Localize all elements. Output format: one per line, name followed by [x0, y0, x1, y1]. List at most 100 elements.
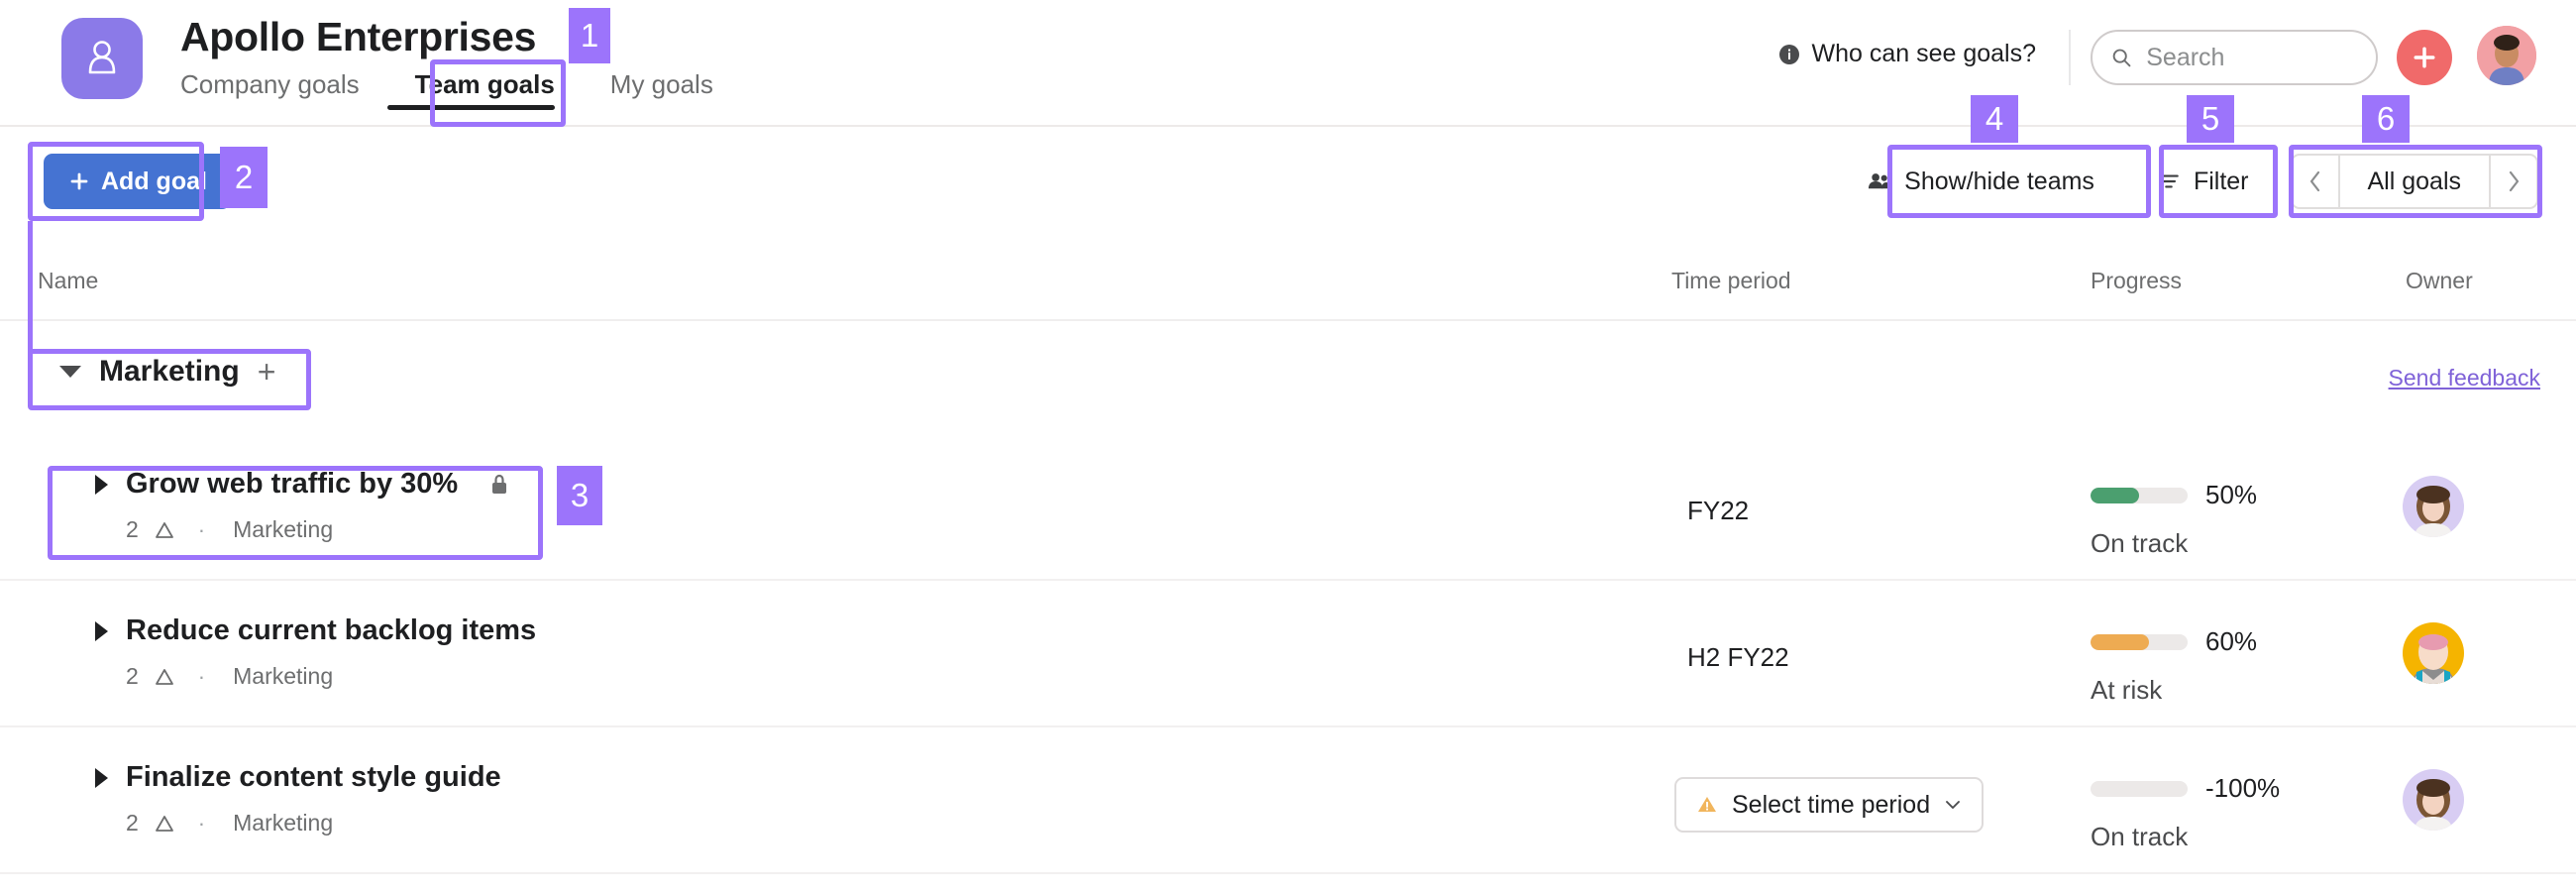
plus-icon [2414, 47, 2435, 68]
progress-percent: 50% [2205, 480, 2258, 509]
progress-bar [2091, 487, 2188, 503]
goal-name-cell: Grow web traffic by 30% 2 · Marketing [95, 468, 511, 543]
caret-right-icon[interactable] [95, 620, 108, 641]
caret-right-icon[interactable] [95, 767, 108, 788]
brand-logo [61, 18, 143, 99]
who-can-see-goals-label: Who can see goals? [1811, 40, 2036, 67]
goal-time-period[interactable]: H2 FY22 [1687, 642, 1789, 673]
app-header: Apollo Enterprises Company goals Team go… [0, 0, 2576, 127]
progress-bar-fill [2091, 633, 2149, 650]
avatar-image [2477, 26, 2536, 85]
team-section-header[interactable]: Marketing + [59, 355, 275, 389]
pager-prev-button[interactable] [2293, 156, 2338, 207]
chevron-left-icon [2309, 170, 2319, 192]
goal-triangle-icon [155, 668, 173, 685]
add-goal-label: Add goal [101, 167, 207, 195]
progress-percent: 60% [2205, 626, 2258, 656]
tab-company-goals[interactable]: Company goals [180, 69, 387, 114]
column-header-owner: Owner [2406, 268, 2473, 293]
progress-bar [2091, 633, 2188, 650]
page-title: Apollo Enterprises [180, 14, 537, 59]
column-header-progress: Progress [2091, 268, 2183, 293]
search-icon [2112, 49, 2131, 67]
goal-name-cell: Finalize content style guide 2 · Marketi… [95, 761, 501, 836]
warning-triangle-icon [1698, 797, 1716, 812]
status-badge[interactable]: At risk [2091, 675, 2257, 706]
status-badge[interactable]: On track [2091, 528, 2257, 559]
subtitle-separator: · [197, 516, 206, 542]
column-header-time-period: Time period [1671, 268, 1791, 293]
search-box[interactable] [2091, 30, 2378, 85]
goal-progress-cell: 60% At risk [2091, 626, 2257, 706]
toolbar-right-controls: Show/hide teams Filter All goals [1846, 154, 2538, 209]
select-time-period-label: Select time period [1732, 790, 1931, 819]
create-button[interactable] [2397, 30, 2452, 85]
caret-down-icon[interactable] [59, 366, 81, 378]
progress-bar-fill [2091, 487, 2139, 503]
pager-next-button[interactable] [2491, 156, 2536, 207]
goal-triangle-icon [155, 521, 173, 538]
goal-title[interactable]: Grow web traffic by 30% [126, 468, 458, 501]
subtitle-separator: · [197, 663, 206, 689]
show-hide-teams-label: Show/hide teams [1904, 167, 2094, 195]
filter-label: Filter [2193, 167, 2249, 195]
goal-pager: All goals [2290, 154, 2538, 209]
goal-subtitle: 2 · Marketing [126, 663, 536, 690]
goal-time-period[interactable]: FY22 [1687, 496, 1749, 526]
info-icon [1779, 44, 1800, 64]
goal-tabs: Company goals Team goals My goals [180, 69, 741, 114]
chevron-down-icon [1946, 801, 1961, 809]
team-section-marketing [0, 321, 2576, 434]
goal-team: Marketing [233, 516, 334, 542]
avatar[interactable] [2477, 26, 2536, 85]
avatar-image [2403, 622, 2464, 684]
column-header-name: Name [38, 268, 99, 293]
goal-progress-cell: -100% On track [2091, 773, 2280, 852]
add-goal-button[interactable]: Add goal [44, 154, 231, 209]
plus-icon[interactable]: + [258, 356, 276, 388]
subgoal-count: 2 [126, 810, 139, 836]
goal-owner-avatar[interactable] [2403, 769, 2464, 831]
subtitle-separator: · [197, 810, 206, 836]
people-icon [1869, 172, 1890, 188]
chevron-right-icon [2509, 170, 2520, 192]
goal-subtitle: 2 · Marketing [126, 516, 511, 543]
goals-page: Apollo Enterprises Company goals Team go… [0, 0, 2576, 892]
who-can-see-goals-link[interactable]: Who can see goals? [1777, 40, 2036, 68]
avatar-image [2403, 476, 2464, 537]
goal-owner-avatar[interactable] [2403, 476, 2464, 537]
send-feedback-link[interactable]: Send feedback [2389, 365, 2540, 391]
goal-owner-avatar[interactable] [2403, 622, 2464, 684]
table-row[interactable]: Finalize content style guide 2 · Marketi… [0, 727, 2576, 874]
show-hide-teams-button[interactable]: Show/hide teams [1846, 154, 2114, 209]
table-header-row: Name Time period Progress Owner [0, 238, 2576, 321]
filter-button[interactable]: Filter [2135, 154, 2269, 209]
table-row[interactable]: Reduce current backlog items 2 · Marketi… [0, 581, 2576, 727]
table-row[interactable]: Grow web traffic by 30% 2 · Marketing FY… [0, 434, 2576, 581]
progress-percent: -100% [2205, 773, 2281, 803]
person-badge-icon [88, 41, 116, 74]
caret-right-icon[interactable] [95, 474, 108, 495]
status-badge[interactable]: On track [2091, 822, 2280, 852]
progress-bar [2091, 780, 2188, 797]
goal-title[interactable]: Reduce current backlog items [126, 614, 536, 647]
search-input[interactable] [2146, 43, 2358, 72]
plus-icon [70, 172, 88, 190]
select-time-period-dropdown[interactable]: Select time period [1674, 777, 1985, 833]
goal-team: Marketing [233, 663, 334, 689]
goal-triangle-icon [155, 815, 173, 832]
goal-subtitle: 2 · Marketing [126, 810, 501, 836]
goal-progress-cell: 50% On track [2091, 480, 2257, 559]
goal-name-cell: Reduce current backlog items 2 · Marketi… [95, 614, 536, 690]
header-divider [2069, 30, 2071, 85]
subgoal-count: 2 [126, 663, 139, 689]
filter-icon [2159, 174, 2179, 188]
tab-team-goals[interactable]: Team goals [386, 69, 583, 114]
goal-title[interactable]: Finalize content style guide [126, 761, 501, 794]
subgoal-count: 2 [126, 516, 139, 542]
tab-my-goals[interactable]: My goals [583, 69, 741, 114]
lock-icon [492, 474, 507, 494]
team-section-name: Marketing [99, 355, 240, 388]
pager-label[interactable]: All goals [2337, 156, 2491, 207]
avatar-image [2403, 769, 2464, 831]
